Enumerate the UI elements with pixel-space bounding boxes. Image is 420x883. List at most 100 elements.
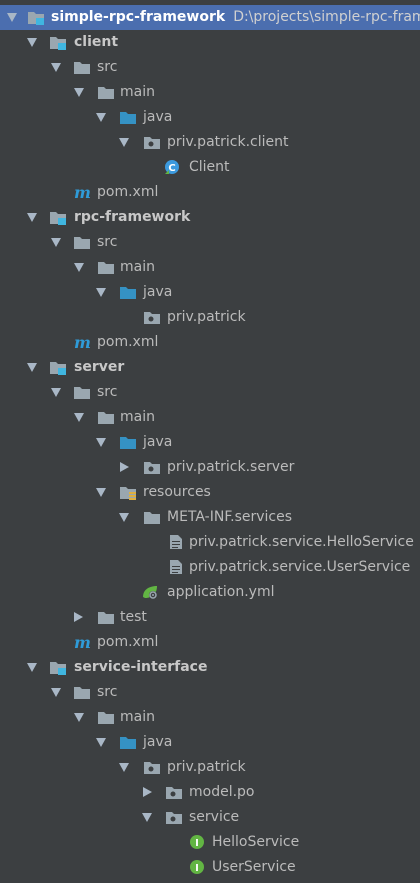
tree-row-server-file-hello[interactable]: priv.patrick.service.HelloService (0, 530, 420, 555)
tree-row-server[interactable]: server (0, 355, 420, 380)
source-folder-icon (119, 284, 137, 300)
tree-row-client-src[interactable]: src (0, 55, 420, 80)
tree-row-rpc-java[interactable]: java (0, 280, 420, 305)
chevron-down-icon[interactable] (96, 288, 106, 297)
tree-row-server-pom[interactable]: m pom.xml (0, 630, 420, 655)
tree-row-label: service (189, 809, 240, 825)
tree-row-client-pom[interactable]: m pom.xml (0, 180, 420, 205)
tree-row-label: priv.patrick (167, 759, 246, 775)
tree-row-server-src[interactable]: src (0, 380, 420, 405)
tree-row-label: pom.xml (97, 634, 159, 650)
interface-icon: I (189, 834, 207, 850)
tree-row-label: src (97, 684, 118, 700)
java-class-icon: C (164, 159, 182, 175)
package-icon (143, 309, 161, 325)
tree-row-server-main[interactable]: main (0, 405, 420, 430)
tree-row-server-yml[interactable]: application.yml (0, 580, 420, 605)
chevron-down-icon[interactable] (74, 263, 84, 272)
chevron-down-icon[interactable] (74, 713, 84, 722)
folder-icon (97, 259, 115, 275)
tree-row-si-model[interactable]: model.po (0, 780, 420, 805)
tree-row-si-main[interactable]: main (0, 705, 420, 730)
tree-row-rpc-main[interactable]: main (0, 255, 420, 280)
tree-row-server-java[interactable]: java (0, 430, 420, 455)
tree-row-si-user[interactable]: I UserService (0, 855, 420, 880)
chevron-down-icon[interactable] (51, 238, 61, 247)
chevron-down-icon[interactable] (7, 13, 17, 22)
tree-row-client-class[interactable]: C Client (0, 155, 420, 180)
chevron-down-icon[interactable] (96, 113, 106, 122)
tree-row-rpc-package[interactable]: priv.patrick (0, 305, 420, 330)
tree-row-rpc-framework[interactable]: rpc-framework (0, 205, 420, 230)
tree-row-client-main[interactable]: main (0, 80, 420, 105)
folder-icon (97, 709, 115, 725)
chevron-down-icon[interactable] (51, 63, 61, 72)
tree-row-si-package[interactable]: priv.patrick (0, 755, 420, 780)
chevron-down-icon[interactable] (27, 38, 37, 47)
package-icon (143, 759, 161, 775)
tree-row-si-service[interactable]: service (0, 805, 420, 830)
tree-row-server-test[interactable]: test (0, 605, 420, 630)
folder-icon (73, 59, 91, 75)
chevron-down-icon[interactable] (74, 88, 84, 97)
tree-row-client-package[interactable]: priv.patrick.client (0, 130, 420, 155)
svg-text:m: m (74, 634, 91, 650)
tree-row-rpc-src[interactable]: src (0, 230, 420, 255)
chevron-down-icon[interactable] (96, 438, 106, 447)
tree-row-label: priv.patrick.client (167, 134, 289, 150)
tree-row-label: main (120, 709, 155, 725)
tree-row-client[interactable]: client (0, 30, 420, 55)
source-folder-icon (119, 734, 137, 750)
tree-row-server-file-user[interactable]: priv.patrick.service.UserService (0, 555, 420, 580)
chevron-right-icon[interactable] (74, 612, 83, 622)
tree-row-service-interface[interactable]: service-interface (0, 655, 420, 680)
package-icon (165, 784, 183, 800)
tree-row-server-meta-inf[interactable]: META-INF.services (0, 505, 420, 530)
text-file-icon (167, 559, 185, 575)
package-icon (165, 809, 183, 825)
tree-row-label: main (120, 84, 155, 100)
chevron-down-icon[interactable] (96, 488, 106, 497)
chevron-right-icon[interactable] (143, 787, 152, 797)
module-folder-icon (27, 9, 45, 25)
tree-row-si-hello[interactable]: I HelloService (0, 830, 420, 855)
tree-row-label: src (97, 384, 118, 400)
tree-row-label: rpc-framework (74, 209, 191, 225)
tree-row-server-resources[interactable]: resources (0, 480, 420, 505)
chevron-down-icon[interactable] (119, 763, 129, 772)
tree-row-si-java[interactable]: java (0, 730, 420, 755)
chevron-down-icon[interactable] (74, 413, 84, 422)
tree-row-label: model.po (189, 784, 255, 800)
tree-row-server-package[interactable]: priv.patrick.server (0, 455, 420, 480)
chevron-down-icon[interactable] (142, 813, 152, 822)
chevron-down-icon[interactable] (119, 138, 129, 147)
tree-row-label: client (74, 34, 119, 50)
maven-icon: m (73, 334, 91, 350)
maven-icon: m (73, 634, 91, 650)
tree-row-rpc-pom[interactable]: m pom.xml (0, 330, 420, 355)
project-path: D:\projects\simple-rpc-framew (233, 9, 420, 25)
folder-icon (97, 409, 115, 425)
chevron-right-icon[interactable] (120, 462, 129, 472)
source-folder-icon (119, 434, 137, 450)
tree-row-label: java (143, 434, 173, 450)
maven-icon: m (73, 184, 91, 200)
chevron-down-icon[interactable] (51, 388, 61, 397)
chevron-down-icon[interactable] (27, 213, 37, 222)
chevron-down-icon[interactable] (51, 688, 61, 697)
tree-row-label: java (143, 734, 173, 750)
resources-folder-icon (119, 484, 137, 500)
chevron-down-icon[interactable] (119, 513, 129, 522)
tree-row-label: pom.xml (97, 184, 159, 200)
chevron-down-icon[interactable] (27, 363, 37, 372)
module-folder-icon (49, 209, 67, 225)
chevron-down-icon[interactable] (96, 738, 106, 747)
tree-row-root[interactable]: simple-rpc-framework D:\projects\simple-r… (0, 5, 420, 30)
tree-row-label: pom.xml (97, 334, 159, 350)
tree-row-label: priv.patrick (167, 309, 246, 325)
project-tree: simple-rpc-framework D:\projects\simple-r… (0, 5, 420, 880)
tree-row-label: simple-rpc-framework D:\projects\simple-r… (51, 5, 420, 30)
tree-row-client-java[interactable]: java (0, 105, 420, 130)
tree-row-si-src[interactable]: src (0, 680, 420, 705)
chevron-down-icon[interactable] (27, 663, 37, 672)
